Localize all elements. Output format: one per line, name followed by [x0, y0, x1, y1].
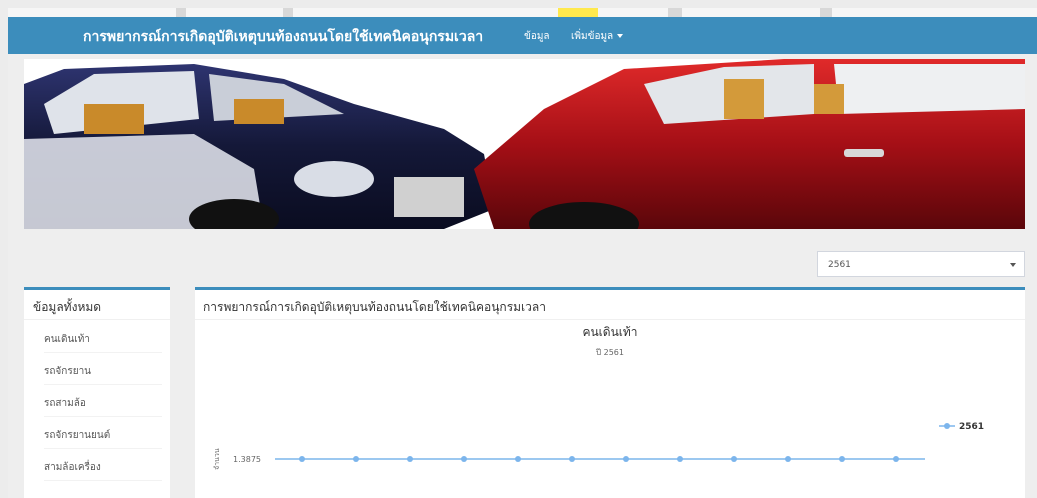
y-axis-label: จำนวน [213, 448, 221, 470]
all-data-box: ข้อมูลทั้งหมด คนเดินเท้า รถจักรยาน รถสาม… [24, 287, 170, 498]
category-item-bicycle[interactable]: รถจักรยาน [44, 353, 162, 385]
legend-swatch-point [944, 423, 950, 429]
car-crash-illustration [24, 59, 1025, 229]
chart-title: คนเดินเท้า [582, 325, 637, 339]
brand-title[interactable]: การพยากรณ์การเกิดอุบัติเหตุบนท้องถนนโดยใ… [83, 26, 483, 48]
series-point-10 [785, 456, 791, 462]
nav-data-link[interactable]: ข้อมูล [524, 29, 550, 44]
series-point-3 [407, 456, 413, 462]
y-tick-label: 1.3875 [233, 455, 261, 464]
banner-image [24, 59, 1025, 229]
legend-label: 2561 [959, 422, 984, 432]
category-item-motorcycle[interactable]: รถจักรยานยนต์ [44, 417, 162, 449]
series-point-7 [623, 456, 629, 462]
year-select[interactable]: 2561 [817, 251, 1025, 277]
category-item-tuk-tuk[interactable]: สามล้อเครื่อง [44, 449, 162, 481]
series-point-8 [677, 456, 683, 462]
all-data-title: ข้อมูลทั้งหมด [24, 290, 170, 320]
series-point-11 [839, 456, 845, 462]
forecast-chart: คนเดินเท้าปี 2561 จำนวน 1.3875 2561 [213, 325, 984, 470]
series-point-4 [461, 456, 467, 462]
page: การพยากรณ์การเกิดอุบัติเหตุบนท้องถนนโดยใ… [8, 8, 1037, 498]
forecast-box-title: การพยากรณ์การเกิดอุบัติเหตุบนท้องถนนโดยใ… [195, 290, 1025, 320]
nav-add-data-dropdown[interactable]: เพิ่มข้อมูล [571, 29, 624, 44]
year-select-value: 2561 [828, 260, 851, 270]
nav-add-data-label: เพิ่มข้อมูล [571, 31, 614, 42]
category-item-tricycle[interactable]: รถสามล้อ [44, 385, 162, 417]
forecast-box: การพยากรณ์การเกิดอุบัติเหตุบนท้องถนนโดยใ… [195, 287, 1025, 498]
series-point-1 [299, 456, 305, 462]
top-navbar: การพยากรณ์การเกิดอุบัติเหตุบนท้องถนนโดยใ… [8, 17, 1037, 54]
series-point-12 [893, 456, 899, 462]
chart-subtitle: ปี 2561 [595, 348, 624, 357]
category-list: คนเดินเท้า รถจักรยาน รถสามล้อ รถจักรยานย… [24, 320, 170, 481]
category-item-pedestrian[interactable]: คนเดินเท้า [44, 321, 162, 353]
top-strip [8, 8, 1037, 17]
series-point-9 [731, 456, 737, 462]
caret-down-icon [617, 34, 624, 38]
series-point-2 [353, 456, 359, 462]
chevron-down-icon [1010, 263, 1016, 267]
series-point-6 [569, 456, 575, 462]
series-point-5 [515, 456, 521, 462]
